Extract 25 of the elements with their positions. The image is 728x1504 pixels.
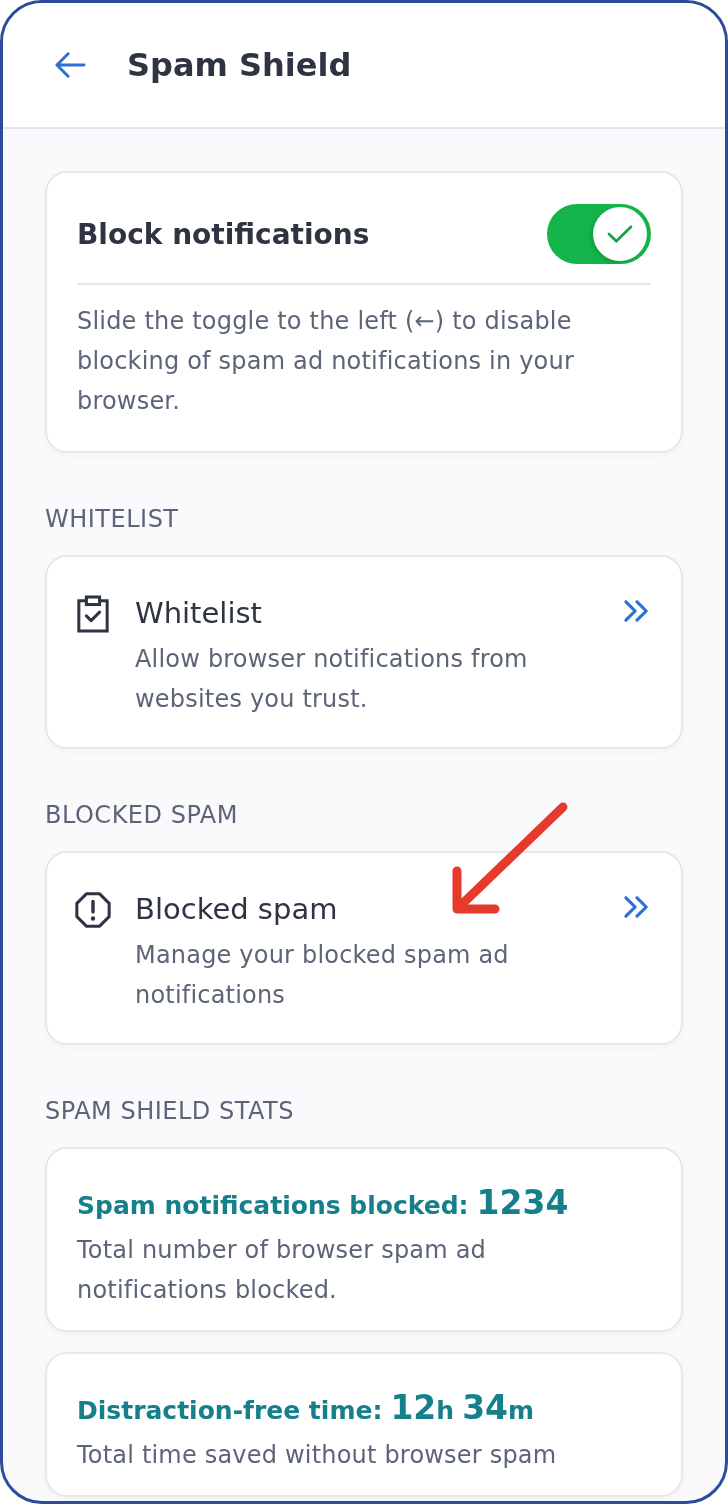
setting-title: Block notifications bbox=[77, 217, 370, 251]
link-card[interactable]: Blocked spam Manage your blocked spam ad notifications bbox=[45, 851, 683, 1045]
section-heading: SPAM SHIELD STATS bbox=[45, 1097, 295, 1125]
link-description: Manage your blocked spam ad notifications bbox=[135, 940, 510, 1011]
setting-description: Slide the toggle to the left (←) to disable blocking of spam ad notifications in your browser. bbox=[77, 306, 575, 417]
link-title: Blocked spam bbox=[135, 891, 339, 928]
stat-label: Spam notifications blocked: bbox=[77, 1191, 469, 1220]
double-chevron-icon bbox=[623, 895, 651, 919]
stat-label: Distraction-free time: bbox=[77, 1396, 383, 1425]
stat-value: 12h 34m bbox=[390, 1388, 536, 1427]
link-description: Allow browser notifications from websites you trust. bbox=[135, 644, 529, 715]
stat-value: 1234 bbox=[476, 1183, 569, 1222]
double-chevron-icon bbox=[623, 599, 651, 623]
section-heading: WHITELIST bbox=[45, 505, 180, 533]
check-icon bbox=[606, 223, 634, 245]
octagon-alert-icon bbox=[74, 891, 112, 929]
stat-description: Total number of browser spam ad notifications blocked. bbox=[77, 1235, 487, 1306]
page-title: Spam Shield bbox=[127, 46, 352, 84]
section-heading: BLOCKED SPAM bbox=[45, 801, 239, 829]
link-title: Whitelist bbox=[135, 595, 263, 632]
toggle-switch[interactable] bbox=[547, 204, 651, 264]
stat-description: Total time saved without browser spam bbox=[77, 1440, 557, 1471]
back-arrow-icon[interactable] bbox=[53, 51, 87, 79]
clipboard-check-icon bbox=[76, 595, 110, 633]
link-card[interactable]: Whitelist Allow browser notifications from websites you trust. bbox=[45, 555, 683, 749]
